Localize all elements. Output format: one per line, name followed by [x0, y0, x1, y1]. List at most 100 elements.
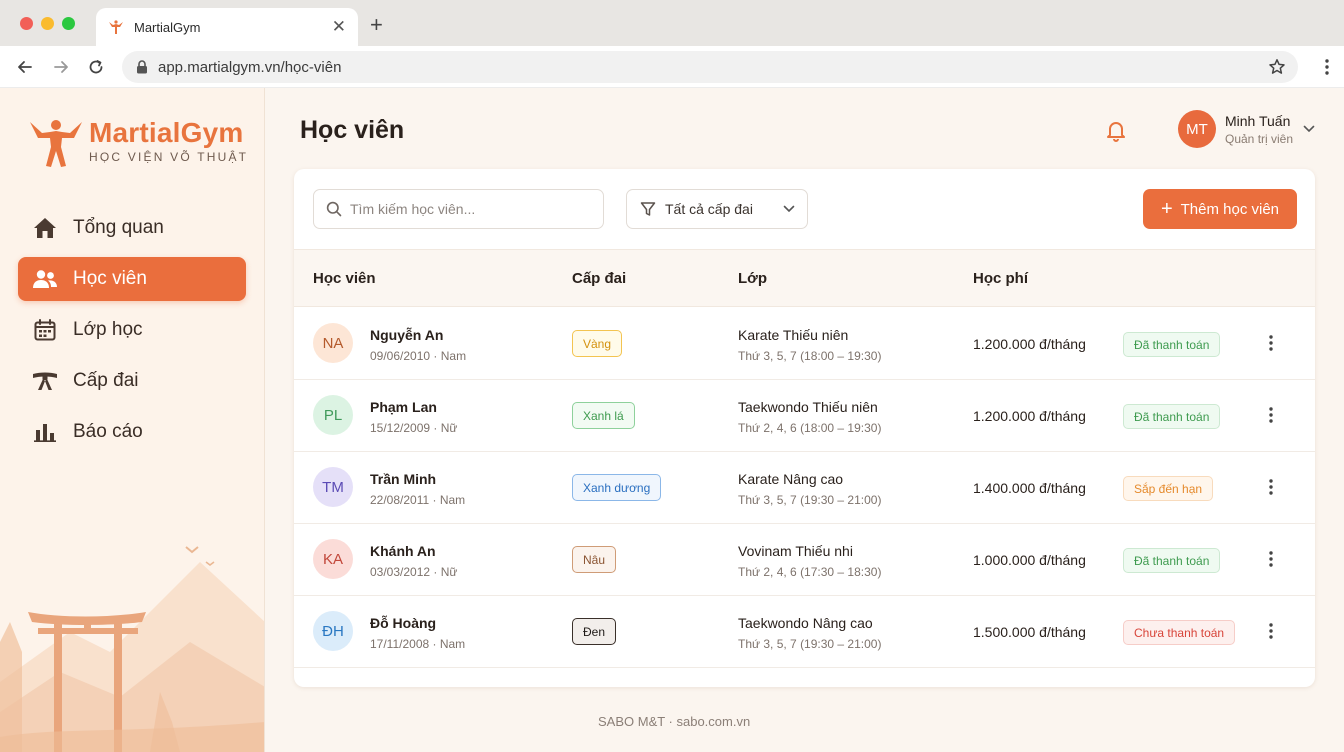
- column-header-student: Học viên: [313, 270, 376, 287]
- column-header-class: Lớp: [738, 270, 767, 287]
- sidebar-item-classes[interactable]: Lớp học: [18, 308, 246, 352]
- browser-tab[interactable]: MartialGym ✕: [96, 8, 358, 46]
- class-schedule: Thứ 2, 4, 6 (17:30 – 18:30): [738, 565, 882, 579]
- class-name: Karate Nâng cao: [738, 471, 844, 487]
- url-text: app.martialgym.vn/học-viên: [158, 58, 342, 76]
- martialgym-favicon-icon: [109, 20, 123, 34]
- table-row[interactable]: NA Nguyễn An 09/06/2010 · Nam Vàng Karat…: [294, 308, 1315, 380]
- row-actions-icon[interactable]: [1268, 406, 1274, 429]
- filter-label: Tất cả cấp đai: [665, 201, 753, 217]
- reload-icon[interactable]: [85, 56, 107, 78]
- belt-badge: Xanh lá: [572, 402, 635, 429]
- student-meta: 22/08/2011 · Nam: [370, 493, 466, 507]
- class-name: Taekwondo Thiếu niên: [738, 399, 878, 415]
- add-student-label: Thêm học viên: [1180, 200, 1280, 218]
- student-name[interactable]: Khánh An: [370, 543, 436, 559]
- belt-badge: Xanh dương: [572, 474, 662, 501]
- student-name[interactable]: Trần Minh: [370, 471, 436, 487]
- class-name: Taekwondo Nâng cao: [738, 615, 873, 631]
- table-row[interactable]: KA Khánh An 03/03/2012 · Nữ Nâu Vovinam …: [294, 524, 1315, 596]
- sidebar-item-belts[interactable]: Cấp đai: [18, 359, 246, 403]
- table-row[interactable]: PL Phạm Lan 15/12/2009 · Nữ Xanh lá Taek…: [294, 380, 1315, 452]
- close-tab-icon[interactable]: ✕: [332, 17, 346, 37]
- browser-menu-icon[interactable]: [1324, 58, 1330, 81]
- browser-toolbar: app.martialgym.vn/học-viên: [0, 46, 1344, 88]
- status-badge: Sắp đến hạn: [1123, 476, 1214, 501]
- star-icon[interactable]: [1268, 58, 1286, 76]
- bar-chart-icon: [32, 419, 58, 445]
- brand-tagline: HỌC VIỆN VÕ THUẬT: [89, 150, 249, 164]
- sidebar-item-students[interactable]: Học viên: [18, 257, 246, 301]
- class-name: Karate Thiếu niên: [738, 327, 849, 343]
- add-student-button[interactable]: + Thêm học viên: [1143, 189, 1297, 229]
- table-row[interactable]: TM Trần Minh 22/08/2011 · Nam Xanh dương…: [294, 452, 1315, 524]
- class-name: Vovinam Thiếu nhi: [738, 543, 853, 559]
- row-actions-icon[interactable]: [1268, 334, 1274, 357]
- calendar-icon: [32, 317, 58, 343]
- status-badge: Chưa thanh toán: [1123, 620, 1236, 645]
- brand-name: MartialGym: [89, 117, 244, 148]
- student-meta: 03/03/2012 · Nữ: [370, 565, 458, 579]
- belt-badge: Nâu: [572, 546, 617, 573]
- brand[interactable]: MartialGym HỌC VIỆN VÕ THUẬT: [28, 116, 248, 170]
- belt-badge: Vàng: [572, 330, 623, 357]
- browser-tabbar: MartialGym ✕ +: [0, 0, 1344, 46]
- address-bar[interactable]: app.martialgym.vn/học-viên: [122, 51, 1298, 83]
- page-title: Học viên: [300, 116, 405, 144]
- belt-icon: [32, 368, 58, 394]
- table-row[interactable]: ĐH Đỗ Hoàng 17/11/2008 · Nam Đen Taekwon…: [294, 596, 1315, 668]
- close-window-button[interactable]: [20, 17, 33, 30]
- home-icon: [32, 215, 58, 241]
- user-name: Minh Tuấn: [1225, 112, 1291, 129]
- sidebar-item-label: Lớp học: [73, 319, 143, 340]
- sidebar-item-label: Tổng quan: [73, 217, 164, 238]
- student-avatar: ĐH: [313, 611, 353, 651]
- user-avatar: MT: [1178, 110, 1216, 148]
- plus-icon: +: [1160, 198, 1173, 220]
- back-arrow-icon[interactable]: [14, 56, 36, 78]
- minimize-window-button[interactable]: [41, 17, 54, 30]
- row-actions-icon[interactable]: [1268, 550, 1274, 573]
- class-schedule: Thứ 3, 5, 7 (18:00 – 19:30): [738, 349, 882, 363]
- tuition-fee: 1.000.000 đ/tháng: [973, 552, 1086, 568]
- row-actions-icon[interactable]: [1268, 622, 1274, 645]
- chevron-down-icon: [783, 205, 795, 213]
- bell-icon[interactable]: [1104, 118, 1128, 147]
- status-badge: Đã thanh toán: [1123, 332, 1221, 357]
- tuition-fee: 1.200.000 đ/tháng: [973, 408, 1086, 424]
- student-name[interactable]: Đỗ Hoàng: [370, 615, 436, 631]
- sidebar-item-label: Học viên: [73, 268, 147, 289]
- sidebar-menu: Tổng quan Học viên Lớp học Cấp đai Báo c…: [18, 206, 246, 461]
- filter-icon: [640, 202, 656, 216]
- sidebar-item-overview[interactable]: Tổng quan: [18, 206, 246, 250]
- maximize-window-button[interactable]: [62, 17, 75, 30]
- user-menu[interactable]: MT Minh Tuấn Quản trị viên: [1178, 110, 1315, 148]
- column-header-fee: Học phí: [973, 270, 1028, 287]
- user-role: Quản trị viên: [1225, 131, 1294, 146]
- torii-mountain-illustration: [0, 546, 264, 752]
- student-meta: 09/06/2010 · Nam: [370, 349, 467, 363]
- sidebar-item-label: Cấp đai: [73, 370, 139, 391]
- students-card: Tất cả cấp đai + Thêm học viên Học viên …: [294, 169, 1315, 687]
- search-box[interactable]: [313, 189, 604, 229]
- student-avatar: NA: [313, 323, 353, 363]
- status-badge: Đã thanh toán: [1123, 404, 1221, 429]
- class-schedule: Thứ 2, 4, 6 (18:00 – 19:30): [738, 421, 882, 435]
- student-name[interactable]: Nguyễn An: [370, 327, 443, 343]
- forward-arrow-icon[interactable]: [50, 56, 72, 78]
- status-badge: Đã thanh toán: [1123, 548, 1221, 573]
- belt-filter-select[interactable]: Tất cả cấp đai: [626, 189, 808, 229]
- martial-artist-logo-icon: [30, 120, 82, 167]
- window-controls: [20, 17, 75, 30]
- row-actions-icon[interactable]: [1268, 478, 1274, 501]
- users-icon: [32, 266, 58, 292]
- lock-icon: [137, 60, 147, 74]
- sidebar-item-reports[interactable]: Báo cáo: [18, 410, 246, 454]
- class-schedule: Thứ 3, 5, 7 (19:30 – 21:00): [738, 493, 882, 507]
- class-schedule: Thứ 3, 5, 7 (19:30 – 21:00): [738, 637, 882, 651]
- student-meta: 17/11/2008 · Nam: [370, 637, 466, 651]
- search-input[interactable]: [350, 201, 590, 217]
- student-name[interactable]: Phạm Lan: [370, 399, 437, 415]
- new-tab-icon[interactable]: +: [370, 12, 383, 38]
- search-icon: [326, 201, 342, 217]
